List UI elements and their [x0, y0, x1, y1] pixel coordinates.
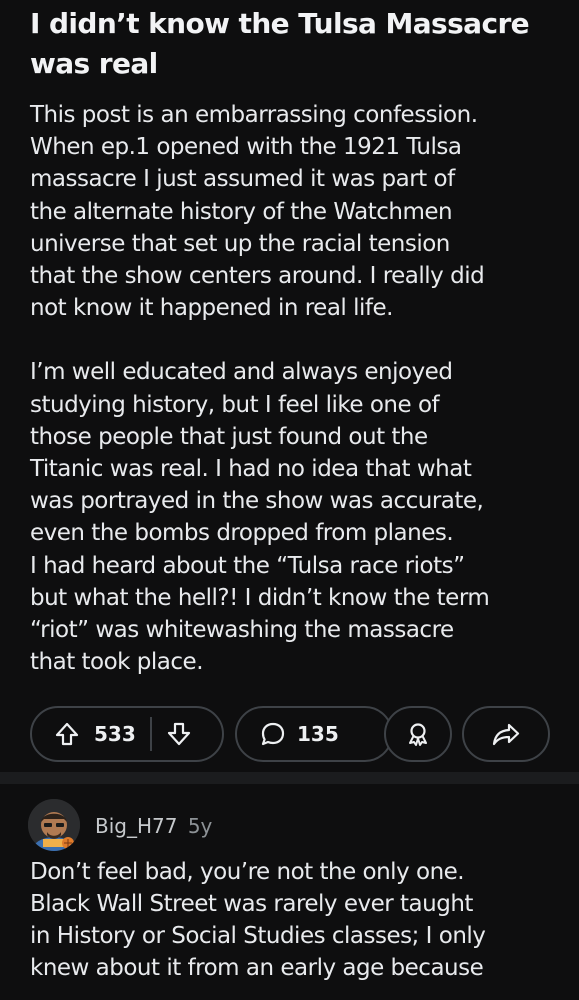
share-button[interactable]	[462, 706, 550, 762]
comment-age: 5y	[187, 814, 213, 838]
post-title[interactable]: I didn’t know the Tulsa Massacre was rea…	[30, 4, 560, 84]
comment-body-line: in History or Social Studies classes; I …	[30, 923, 486, 949]
comment-bubble-icon	[259, 720, 287, 748]
vote-pill: 533	[30, 706, 224, 762]
comment-item: Big_H77 5y Don’t feel bad, you’re not th…	[0, 784, 579, 1000]
post-card: I didn’t know the Tulsa Massacre was rea…	[0, 0, 579, 772]
comments-button[interactable]: 135	[235, 706, 393, 762]
post-body-line: I had heard about the “Tulsa race riots”	[30, 552, 465, 579]
comment-body-line: Black Wall Street was rarely ever taught	[30, 891, 473, 917]
post-title-line: I didn’t know the Tulsa Massacre	[30, 7, 530, 40]
vote-count: 533	[94, 722, 136, 746]
post-body-line: the alternate history of the Watchmen	[30, 198, 453, 225]
post-body-line: even the bombs dropped from planes.	[30, 520, 454, 547]
post-body: This post is an embarrassing confession.…	[30, 99, 570, 678]
post-body-line: I’m well educated and always enjoyed	[30, 359, 453, 386]
post-body-line: not know it happened in real life.	[30, 295, 393, 322]
vote-divider	[149, 717, 152, 751]
post-body-line: Titanic was real. I had no idea that wha…	[30, 456, 472, 483]
comment-username[interactable]: Big_H77	[95, 814, 177, 838]
post-body-line: When ep.1 opened with the 1921 Tulsa	[30, 134, 462, 161]
comment-meta: Big_H77 5y	[95, 814, 212, 838]
upvote-arrow-icon[interactable]	[54, 721, 80, 747]
comment-body: Don’t feel bad, you’re not the only one.…	[30, 856, 570, 984]
post-body-line: but what the hell?! I didn’t know the te…	[30, 584, 490, 611]
award-icon	[404, 720, 432, 748]
comment-body-line: knew about it from an early age because	[30, 955, 484, 981]
post-body-line: “riot” was whitewashing the massacre	[30, 617, 454, 644]
comment-body-line: Don’t feel bad, you’re not the only one.	[30, 859, 465, 885]
post-body-line: that the show centers around. I really d…	[30, 263, 485, 290]
downvote-arrow-icon[interactable]	[166, 721, 192, 747]
post-body-line: studying history, but I feel like one of	[30, 391, 440, 418]
share-arrow-icon	[491, 720, 521, 748]
post-title-line: was real	[30, 47, 158, 80]
post-body-line: universe that set up the racial tension	[30, 230, 450, 257]
avatar[interactable]	[28, 799, 80, 851]
post-body-line: This post is an embarrassing confession.	[30, 102, 478, 128]
post-body-line: was portrayed in the show was accurate,	[30, 488, 484, 515]
award-button[interactable]	[384, 706, 452, 762]
section-separator	[0, 772, 579, 784]
post-body-line: those people that just found out the	[30, 423, 428, 450]
post-action-bar: 533 135	[30, 706, 560, 764]
post-body-line: massacre I just assumed it was part of	[30, 166, 455, 193]
comment-count: 135	[297, 722, 339, 746]
post-body-line: that took place.	[30, 649, 204, 676]
